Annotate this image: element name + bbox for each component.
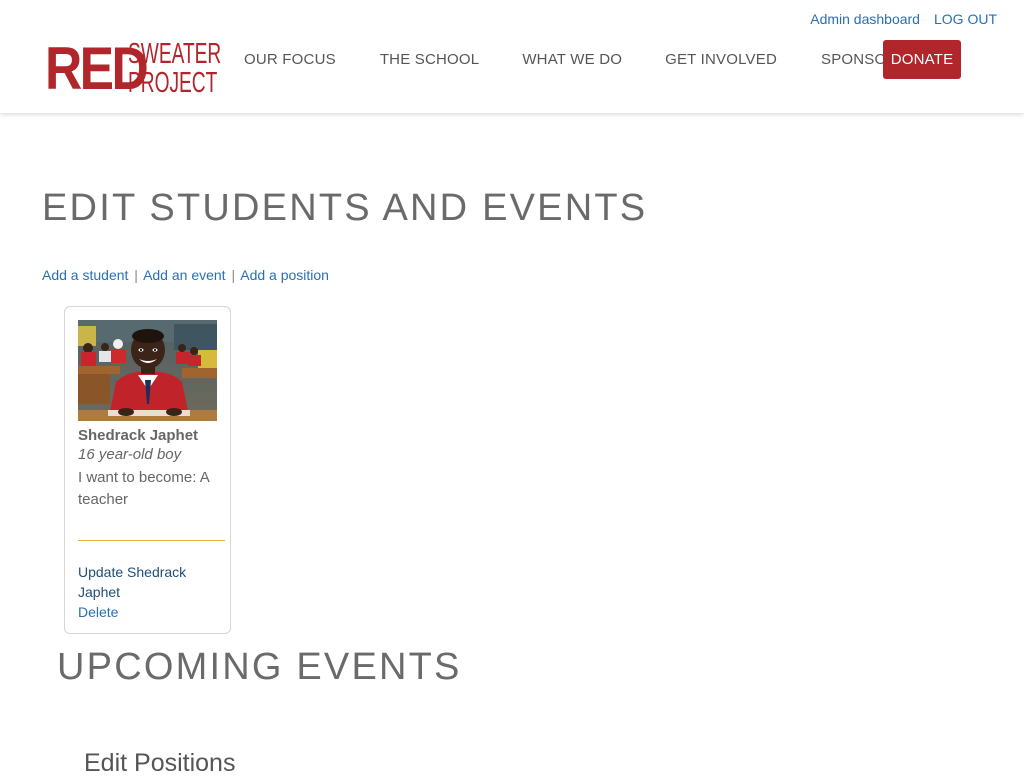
main-nav: OUR FOCUS THE SCHOOL WHAT WE DO GET INVO… (244, 51, 897, 68)
separator: | (134, 267, 138, 283)
donate-button[interactable]: DONATE (883, 40, 961, 79)
admin-links: Admin dashboard LOG OUT (810, 11, 997, 27)
add-position-link[interactable]: Add a position (240, 267, 329, 283)
admin-dashboard-link[interactable]: Admin dashboard (810, 11, 920, 27)
logo-sweater-text: SWEATER (128, 38, 222, 70)
student-card: Shedrack Japhet 16 year-old boy I want t… (64, 306, 231, 634)
site-logo[interactable]: RED SWEATER PROJECT (45, 39, 221, 99)
logout-link[interactable]: LOG OUT (934, 11, 997, 27)
action-links: Add a student | Add an event | Add a pos… (42, 267, 329, 283)
student-goal: I want to become: A teacher (78, 469, 209, 508)
edit-positions-title: Edit Positions (84, 749, 236, 777)
student-name: Shedrack Japhet (78, 427, 199, 444)
update-student-link[interactable]: Update Shedrack Japhet (78, 562, 208, 602)
add-event-link[interactable]: Add an event (143, 267, 226, 283)
nav-the-school[interactable]: THE SCHOOL (380, 51, 480, 68)
separator: | (231, 267, 236, 283)
logo-project-text: PROJECT (128, 67, 218, 99)
nav-our-focus[interactable]: OUR FOCUS (244, 51, 336, 68)
nav-what-we-do[interactable]: WHAT WE DO (522, 51, 622, 68)
delete-student-link[interactable]: Delete (78, 602, 118, 622)
student-age: 16 year-old boy (78, 446, 182, 463)
add-student-link[interactable]: Add a student (42, 267, 128, 283)
nav-get-involved[interactable]: GET INVOLVED (665, 51, 777, 68)
upcoming-events-title: UPCOMING EVENTS (57, 646, 462, 688)
card-divider (78, 540, 225, 541)
student-photo (78, 320, 217, 421)
site-header: Admin dashboard LOG OUT RED SWEATER PROJ… (0, 0, 1024, 113)
page-title: EDIT STUDENTS AND EVENTS (42, 187, 648, 229)
student-photo-image (78, 320, 217, 421)
